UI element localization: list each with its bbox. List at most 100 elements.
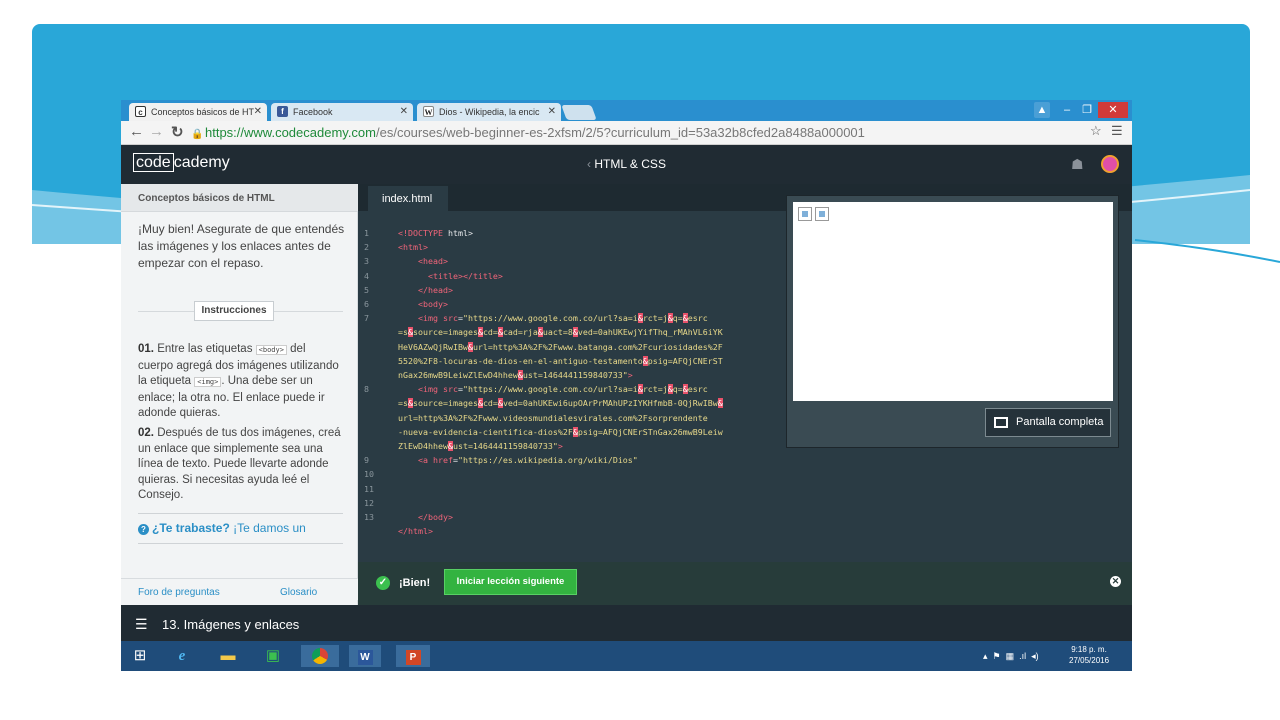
close-icon[interactable]: ✕ (1110, 576, 1121, 587)
lesson-footer: Foro de preguntas Glosario (121, 578, 358, 600)
notification-icon[interactable]: ☗ (1071, 156, 1084, 173)
browser-navbar: ← → ↻ 🔒 https://www.codecademy.com/es/cou… (121, 121, 1132, 145)
line-number: 8 (364, 384, 369, 395)
status-text: ¡Bien! (399, 577, 431, 589)
line-number: 4 (364, 270, 369, 281)
code-line: <a href="https://es.wikipedia.org/wiki/D… (417, 455, 638, 466)
instructions-tab[interactable]: Instrucciones (194, 301, 274, 321)
instruction-step-2: 02. Después de tus dos imágenes, creá un… (138, 426, 343, 504)
internet-explorer-icon[interactable]: e (169, 645, 195, 667)
hint-link[interactable]: ? ¿Te trabaste? ¡Te damos un (138, 521, 306, 535)
bookmark-star-icon[interactable]: ☆ (1090, 123, 1102, 139)
code-line: nGax26mwB9LeiwZlEwD4hhew&ust=14644411598… (398, 370, 633, 380)
new-tab-button[interactable] (561, 105, 597, 120)
code-tag: <img> (194, 377, 222, 387)
hint-text: ¡Te damos un (229, 521, 306, 535)
windows-start-icon[interactable]: ⊞ (127, 645, 153, 667)
tab-label: Facebook (293, 107, 333, 117)
chrome-icon[interactable] (301, 645, 339, 667)
line-number: 12 (364, 497, 374, 508)
code-line: <!DOCTYPE html> (398, 228, 473, 238)
wikipedia-favicon-icon: W (423, 106, 434, 117)
line-number: 11 (364, 483, 374, 494)
line-number: 3 (364, 256, 369, 267)
step-number: 01. (138, 343, 154, 355)
code-line: <img src="https://www.google.com.co/url?… (417, 384, 708, 395)
hamburger-icon[interactable]: ☰ (135, 616, 148, 633)
minimize-icon[interactable]: – (1056, 102, 1078, 118)
lesson-intro: ¡Muy bien! Asegurate de que entendés las… (138, 222, 345, 270)
store-icon[interactable]: ▣ (260, 645, 286, 667)
user-profile-icon[interactable]: ▲ (1034, 102, 1050, 118)
taskbar: ⊞ e ▬ ▣ W P ▴ ⚑ ▦ .ıl ◂) 9:18 p. m. 27/0… (121, 641, 1132, 671)
url-path: /es/courses/web-beginner-es-2xfsm/2/5?cu… (376, 125, 865, 140)
instruction-step-1: 01. Entre las etiquetas <body> del cuerp… (138, 342, 343, 422)
fullscreen-icon (994, 417, 1008, 428)
next-lesson-button[interactable]: Iniciar lección siguiente (444, 569, 577, 595)
line-number: 5 (364, 284, 369, 295)
maximize-icon[interactable]: ❐ (1076, 102, 1098, 118)
tab-facebook[interactable]: f Facebook ✕ (271, 103, 413, 121)
divider (138, 513, 343, 514)
tab-wikipedia[interactable]: W Dios - Wikipedia, la encic ✕ (417, 103, 561, 121)
code-line: <body> (417, 299, 448, 309)
code-line: =s&source=images&cd=&cad=rja&uact=8&ved=… (398, 327, 723, 338)
close-tab-icon[interactable]: ✕ (548, 106, 556, 117)
step-number: 02. (138, 427, 154, 439)
word-icon[interactable]: W (349, 645, 381, 667)
hint-strong: ¿Te trabaste? (152, 521, 230, 535)
glossary-link[interactable]: Glosario (280, 587, 317, 598)
lesson-panel: Conceptos básicos de HTML ¡Muy bien! Ase… (121, 184, 358, 605)
code-line: <img src="https://www.google.com.co/url?… (417, 313, 708, 324)
code-line: <html> (398, 242, 428, 253)
course-title-text: HTML & CSS (594, 157, 666, 171)
fullscreen-button[interactable]: Pantalla completa (985, 408, 1111, 437)
clock[interactable]: 9:18 p. m. 27/05/2016 (1069, 644, 1109, 666)
line-number: 13 (364, 512, 374, 522)
unit-title[interactable]: 13. Imágenes y enlaces (162, 617, 299, 632)
system-tray[interactable]: ▴ ⚑ ▦ .ıl ◂) (983, 651, 1039, 662)
code-tag: <body> (255, 345, 287, 355)
codecademy-favicon-icon: c (135, 106, 146, 117)
slide: c Conceptos básicos de HT ✕ f Facebook ✕… (0, 0, 1280, 720)
close-window-icon[interactable]: ✕ (1098, 102, 1128, 118)
code-line: -nueva-evidencia-cientifica-dios%2F&psig… (398, 426, 723, 437)
clock-time: 9:18 p. m. (1071, 645, 1107, 654)
preview-panel: Pantalla completa (786, 195, 1119, 448)
browser-titlebar: c Conceptos básicos de HT ✕ f Facebook ✕… (121, 100, 1132, 121)
forum-link[interactable]: Foro de preguntas (138, 587, 220, 598)
preview-output[interactable] (793, 202, 1113, 401)
code-line: 5520%2F8-locuras-de-dios-en-el-antiguo-t… (398, 355, 723, 366)
question-icon: ? (138, 524, 149, 535)
result-bar: ✓ ¡Bien! Iniciar lección siguiente ✕ (358, 562, 1132, 605)
menu-icon[interactable]: ☰ (1111, 123, 1123, 139)
unit-bar: ☰ 13. Imágenes y enlaces (121, 605, 1132, 641)
file-explorer-icon[interactable]: ▬ (215, 645, 241, 667)
close-tab-icon[interactable]: ✕ (254, 106, 262, 117)
code-line: <head> (417, 256, 448, 267)
address-bar[interactable]: 🔒 https://www.codecademy.com/es/courses/w… (191, 124, 1101, 142)
reload-icon[interactable]: ↻ (171, 123, 184, 141)
code-line: ZlEwD4hhew&ust=1464441159840733"> (398, 441, 563, 451)
back-arrow-icon[interactable]: ← (129, 123, 144, 140)
powerpoint-icon[interactable]: P (396, 645, 430, 667)
avatar[interactable] (1101, 155, 1119, 173)
code-line: HeV6AZwQjRwIBw&url=http%3A%2F%2Fwww.bata… (398, 341, 723, 352)
divider (138, 543, 343, 544)
course-title[interactable]: ‹ HTML & CSS (121, 157, 1132, 171)
codecademy-header: code cademy ‹ HTML & CSS ☗ (121, 145, 1132, 184)
facebook-favicon-icon: f (277, 106, 288, 117)
close-tab-icon[interactable]: ✕ (400, 106, 408, 117)
tab-index-html[interactable]: index.html (368, 186, 448, 211)
fullscreen-label: Pantalla completa (1016, 416, 1104, 428)
forward-arrow-icon[interactable]: → (149, 123, 164, 140)
step-text: Entre las etiquetas (154, 343, 256, 355)
broken-image-icon[interactable] (815, 207, 829, 221)
code-line: </head> (417, 284, 453, 295)
line-number: 10 (364, 469, 374, 480)
tab-codecademy[interactable]: c Conceptos básicos de HT ✕ (129, 103, 267, 121)
code-line: </html> (398, 526, 433, 537)
code-line: <title></title> (427, 270, 503, 281)
check-icon: ✓ (376, 576, 390, 590)
line-number: 6 (364, 299, 369, 309)
